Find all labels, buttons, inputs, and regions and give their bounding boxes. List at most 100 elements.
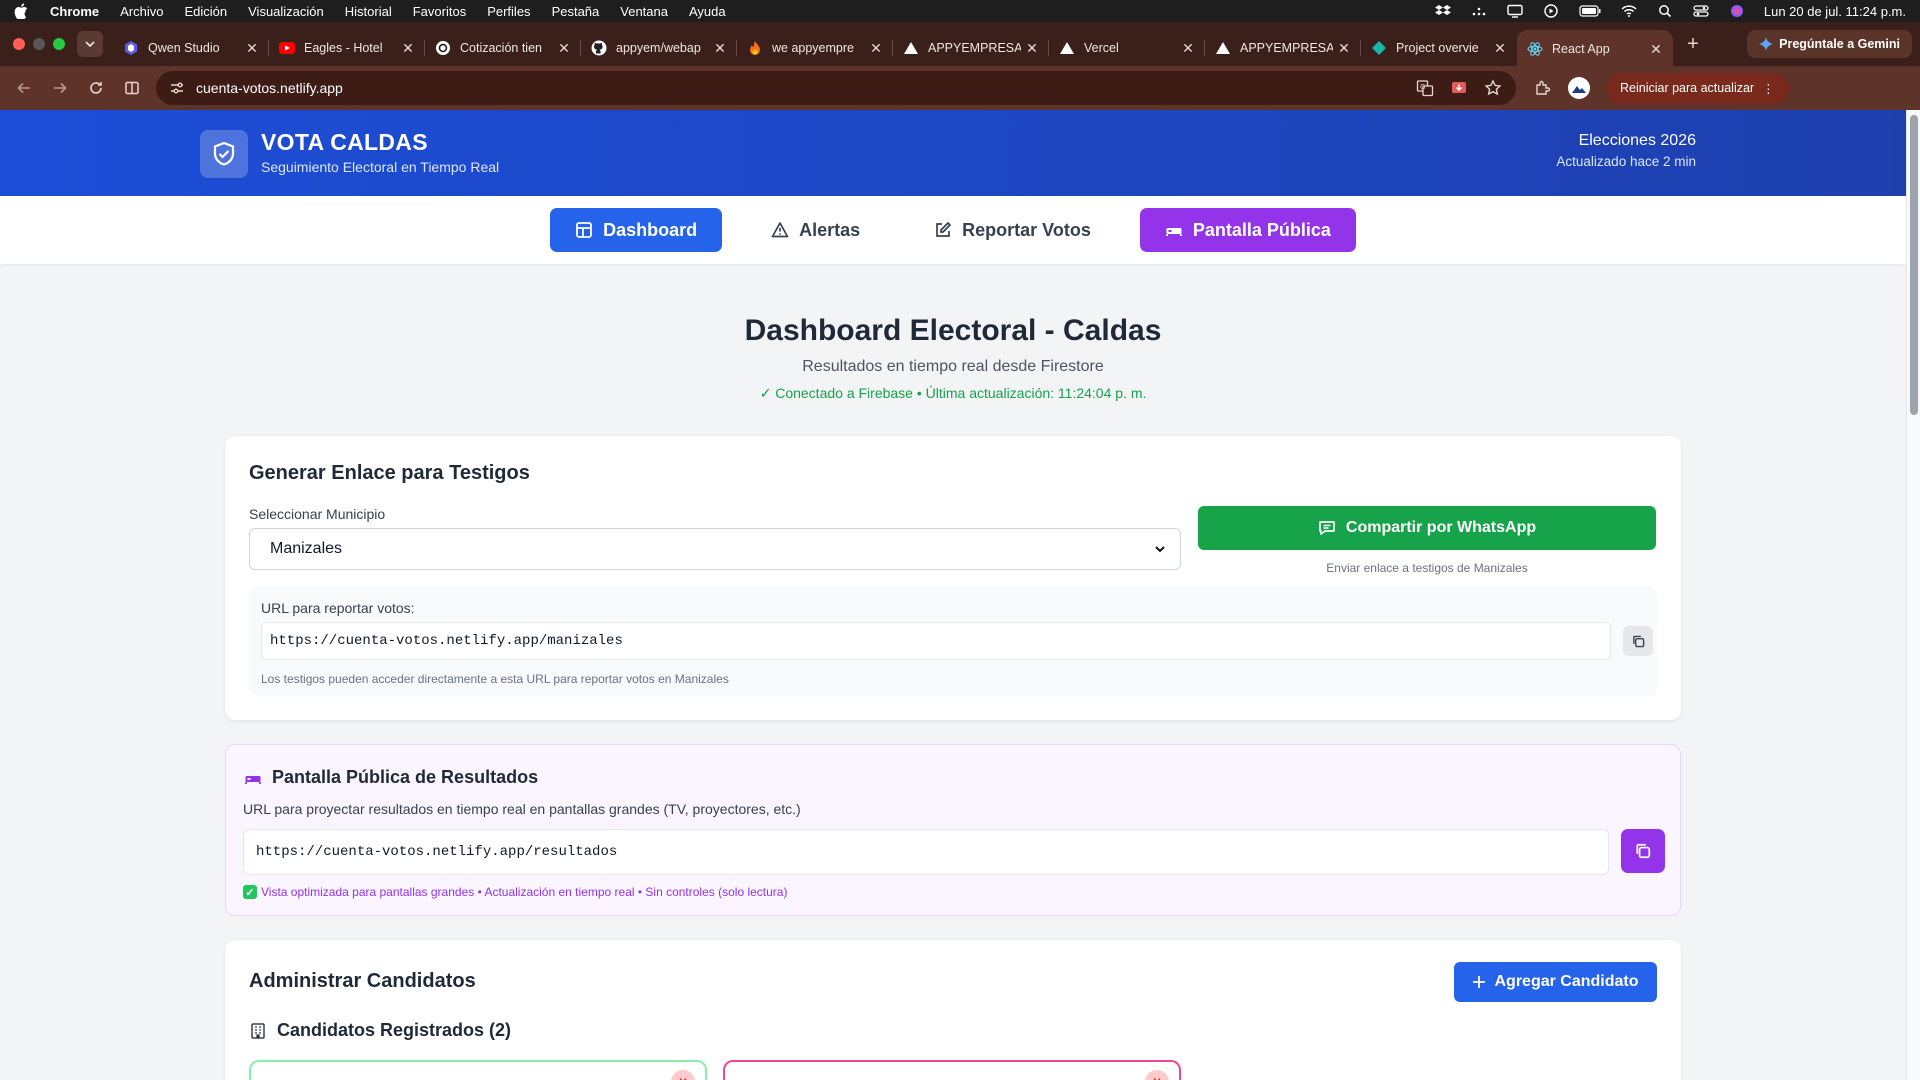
install-app-icon[interactable] bbox=[1450, 79, 1468, 97]
control-center-icon[interactable] bbox=[1692, 4, 1710, 18]
close-tab-icon[interactable]: ✕ bbox=[557, 40, 571, 57]
copy-icon bbox=[1636, 843, 1651, 859]
tab-title: we appyempre bbox=[772, 41, 854, 55]
bookmark-star-icon[interactable] bbox=[1484, 79, 1502, 97]
witness-url-field[interactable]: https://cuenta-votos.netlify.app/manizal… bbox=[261, 622, 1611, 660]
add-candidate-button[interactable]: Agregar Candidato bbox=[1454, 962, 1657, 1002]
delete-candidate-icon[interactable]: ✕ bbox=[671, 1070, 695, 1080]
page-scrollbar[interactable] bbox=[1906, 110, 1920, 1080]
close-tab-icon[interactable]: ✕ bbox=[245, 40, 259, 57]
battery-icon[interactable] bbox=[1578, 4, 1602, 18]
siri-icon[interactable] bbox=[1728, 4, 1746, 18]
copy-icon bbox=[1632, 635, 1644, 647]
close-tab-icon[interactable]: ✕ bbox=[1493, 40, 1507, 57]
menu-ventana[interactable]: Ventana bbox=[620, 4, 668, 19]
add-candidate-label: Agregar Candidato bbox=[1494, 973, 1639, 990]
wifi-icon[interactable] bbox=[1620, 4, 1638, 18]
nav-report-label: Reportar Votos bbox=[962, 219, 1091, 240]
translate-icon[interactable]: G bbox=[1416, 79, 1434, 97]
display-icon[interactable] bbox=[1506, 4, 1524, 18]
back-button[interactable] bbox=[6, 70, 42, 106]
window-controls bbox=[13, 38, 65, 50]
scrollbar-thumb[interactable] bbox=[1910, 115, 1918, 415]
alert-triangle-icon bbox=[771, 222, 789, 238]
public-features-text: Vista optimizada para pantallas grandes … bbox=[261, 885, 788, 899]
url-text[interactable]: cuenta-votos.netlify.app bbox=[196, 80, 343, 96]
apple-icon[interactable] bbox=[14, 3, 28, 19]
close-tab-icon[interactable]: ✕ bbox=[1025, 40, 1039, 57]
zoom-window-button[interactable] bbox=[53, 38, 65, 50]
profile-avatar[interactable] bbox=[1568, 77, 1590, 99]
menu-app-name[interactable]: Chrome bbox=[50, 4, 99, 19]
menubar-clock[interactable]: Lun 20 de jul. 11:24 p.m. bbox=[1764, 4, 1906, 19]
menu-archivo[interactable]: Archivo bbox=[120, 4, 163, 19]
candidate-card[interactable]: ✕ bbox=[723, 1060, 1181, 1080]
browser-tab[interactable]: APPYEMPRESA ✕ bbox=[893, 31, 1049, 65]
menu-pestana[interactable]: Pestaña bbox=[552, 4, 600, 19]
tab-search-button[interactable] bbox=[77, 31, 103, 57]
extensions-icon[interactable] bbox=[1534, 79, 1552, 97]
browser-tab[interactable]: Project overvie ✕ bbox=[1361, 31, 1517, 65]
activity-icon[interactable] bbox=[1470, 4, 1488, 18]
os-menubar: Chrome Archivo Edición Visualización His… bbox=[0, 0, 1920, 22]
close-tab-icon[interactable]: ✕ bbox=[401, 40, 415, 57]
new-tab-button[interactable]: + bbox=[1679, 33, 1707, 56]
side-panel-icon bbox=[125, 81, 139, 95]
menu-visualizacion[interactable]: Visualización bbox=[248, 4, 324, 19]
gemini-button[interactable]: Pregúntale a Gemini bbox=[1747, 30, 1912, 58]
witness-url-label: URL para reportar votos: bbox=[261, 600, 415, 616]
browser-tab-active[interactable]: React App ✕ bbox=[1517, 30, 1673, 68]
svg-text:G: G bbox=[1420, 83, 1425, 91]
vercel-icon bbox=[1215, 40, 1231, 56]
municipio-select[interactable]: Manizales bbox=[249, 528, 1181, 570]
reload-button[interactable] bbox=[78, 70, 114, 106]
witness-url-hint: Los testigos pueden acceder directamente… bbox=[261, 672, 729, 686]
connection-status: ✓ Conectado a Firebase • Última actualiz… bbox=[759, 385, 1147, 401]
browser-tab[interactable]: Cotización tien ✕ bbox=[425, 31, 581, 65]
menu-favoritos[interactable]: Favoritos bbox=[413, 4, 466, 19]
forward-button[interactable] bbox=[42, 70, 78, 106]
play-icon[interactable] bbox=[1542, 4, 1560, 18]
menu-perfiles[interactable]: Perfiles bbox=[487, 4, 530, 19]
close-tab-icon[interactable]: ✕ bbox=[869, 40, 883, 57]
browser-toolbar: cuenta-votos.netlify.app G Reiniciar par… bbox=[0, 66, 1920, 110]
react-icon bbox=[1527, 41, 1543, 57]
page-subtitle: Resultados en tiempo real desde Firestor… bbox=[802, 358, 1104, 375]
share-whatsapp-button[interactable]: Compartir por WhatsApp bbox=[1198, 506, 1656, 550]
nav-alerts-button[interactable]: Alertas bbox=[746, 208, 885, 252]
arrow-left-icon bbox=[17, 82, 30, 94]
menu-ayuda[interactable]: Ayuda bbox=[689, 4, 726, 19]
copy-public-url-button[interactable] bbox=[1621, 829, 1665, 873]
close-tab-icon[interactable]: ✕ bbox=[713, 40, 727, 57]
site-settings-icon[interactable] bbox=[168, 79, 186, 97]
web-page: VOTA CALDAS Seguimiento Electoral en Tie… bbox=[0, 110, 1906, 1080]
candidate-card[interactable]: ✕ bbox=[249, 1060, 707, 1080]
browser-tab[interactable]: Qwen Studio ✕ bbox=[113, 31, 269, 65]
browser-tab[interactable]: Vercel ✕ bbox=[1049, 31, 1205, 65]
nav-dashboard-button[interactable]: Dashboard bbox=[550, 208, 723, 252]
restart-to-update-button[interactable]: Reiniciar para actualizar ⋮ bbox=[1606, 72, 1789, 104]
browser-tab[interactable]: APPYEMPRESA ✕ bbox=[1205, 31, 1361, 65]
side-panel-button[interactable] bbox=[114, 70, 150, 106]
close-tab-icon[interactable]: ✕ bbox=[1337, 40, 1351, 57]
dropbox-icon[interactable] bbox=[1434, 4, 1452, 18]
browser-tab[interactable]: we appyempre ✕ bbox=[737, 31, 893, 65]
nav-public-screen-button[interactable]: Pantalla Pública bbox=[1139, 208, 1356, 252]
menu-edicion[interactable]: Edición bbox=[184, 4, 227, 19]
nav-report-votes-button[interactable]: Reportar Votos bbox=[909, 208, 1116, 252]
spotlight-search-icon[interactable] bbox=[1656, 4, 1674, 18]
close-tab-icon[interactable]: ✕ bbox=[1181, 40, 1195, 57]
browser-tab[interactable]: Eagles - Hotel ✕ bbox=[269, 31, 425, 65]
candidates-card-title: Administrar Candidatos bbox=[249, 970, 476, 992]
browser-tab[interactable]: appyem/webap ✕ bbox=[581, 31, 737, 65]
close-window-button[interactable] bbox=[13, 38, 25, 50]
public-url-field[interactable]: https://cuenta-votos.netlify.app/resulta… bbox=[243, 829, 1609, 875]
copy-witness-url-button[interactable] bbox=[1623, 626, 1653, 656]
delete-candidate-icon[interactable]: ✕ bbox=[1145, 1070, 1169, 1080]
address-bar[interactable]: cuenta-votos.netlify.app G bbox=[156, 71, 1516, 105]
openai-icon bbox=[435, 40, 451, 56]
minimize-window-button[interactable] bbox=[33, 38, 45, 50]
registered-candidates-heading: Candidatos Registrados (2) bbox=[249, 1020, 511, 1041]
close-tab-icon[interactable]: ✕ bbox=[1649, 41, 1663, 58]
menu-historial[interactable]: Historial bbox=[345, 4, 392, 19]
